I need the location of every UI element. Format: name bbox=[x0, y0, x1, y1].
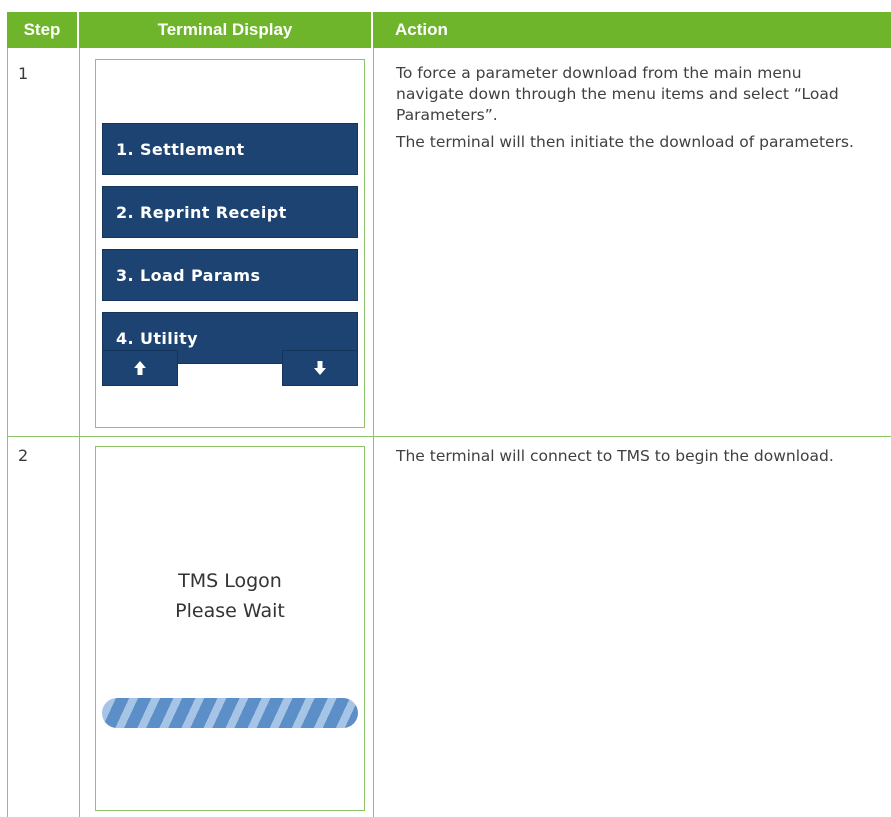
table-border-left bbox=[7, 48, 8, 817]
screen-message-line: TMS Logon bbox=[178, 570, 282, 592]
action-text-step-1: To force a parameter download from the m… bbox=[396, 63, 866, 153]
step-number: 2 bbox=[18, 446, 29, 465]
table-divider-step bbox=[79, 48, 80, 817]
action-paragraph: The terminal will connect to TMS to begi… bbox=[396, 447, 834, 465]
menu-item-reprint-receipt[interactable]: 2. Reprint Receipt bbox=[102, 186, 358, 238]
action-text-step-2: The terminal will connect to TMS to begi… bbox=[396, 446, 866, 467]
menu-item-load-params[interactable]: 3. Load Params bbox=[102, 249, 358, 301]
table-divider-display bbox=[373, 48, 374, 817]
screen-message-line: Please Wait bbox=[175, 600, 285, 622]
scroll-down-button[interactable] bbox=[282, 350, 358, 386]
step-number: 1 bbox=[18, 64, 29, 83]
row-divider bbox=[7, 436, 891, 437]
terminal-screen-menu: 1. Settlement 2. Reprint Receipt 3. Load… bbox=[95, 59, 365, 428]
arrow-down-icon bbox=[314, 361, 326, 375]
scroll-up-button[interactable] bbox=[102, 350, 178, 386]
header-action: Action bbox=[373, 12, 891, 48]
arrow-up-icon bbox=[134, 361, 146, 375]
menu-item-settlement[interactable]: 1. Settlement bbox=[102, 123, 358, 175]
action-paragraph: The terminal will then initiate the down… bbox=[396, 133, 854, 151]
terminal-screen-logon: TMS Logon Please Wait bbox=[95, 446, 365, 811]
instruction-table: Step Terminal Display Action 1 1. Settle… bbox=[0, 0, 891, 817]
action-paragraph: To force a parameter download from the m… bbox=[396, 64, 839, 124]
progress-bar bbox=[102, 698, 358, 728]
header-step: Step bbox=[7, 12, 77, 48]
header-terminal-display: Terminal Display bbox=[79, 12, 371, 48]
